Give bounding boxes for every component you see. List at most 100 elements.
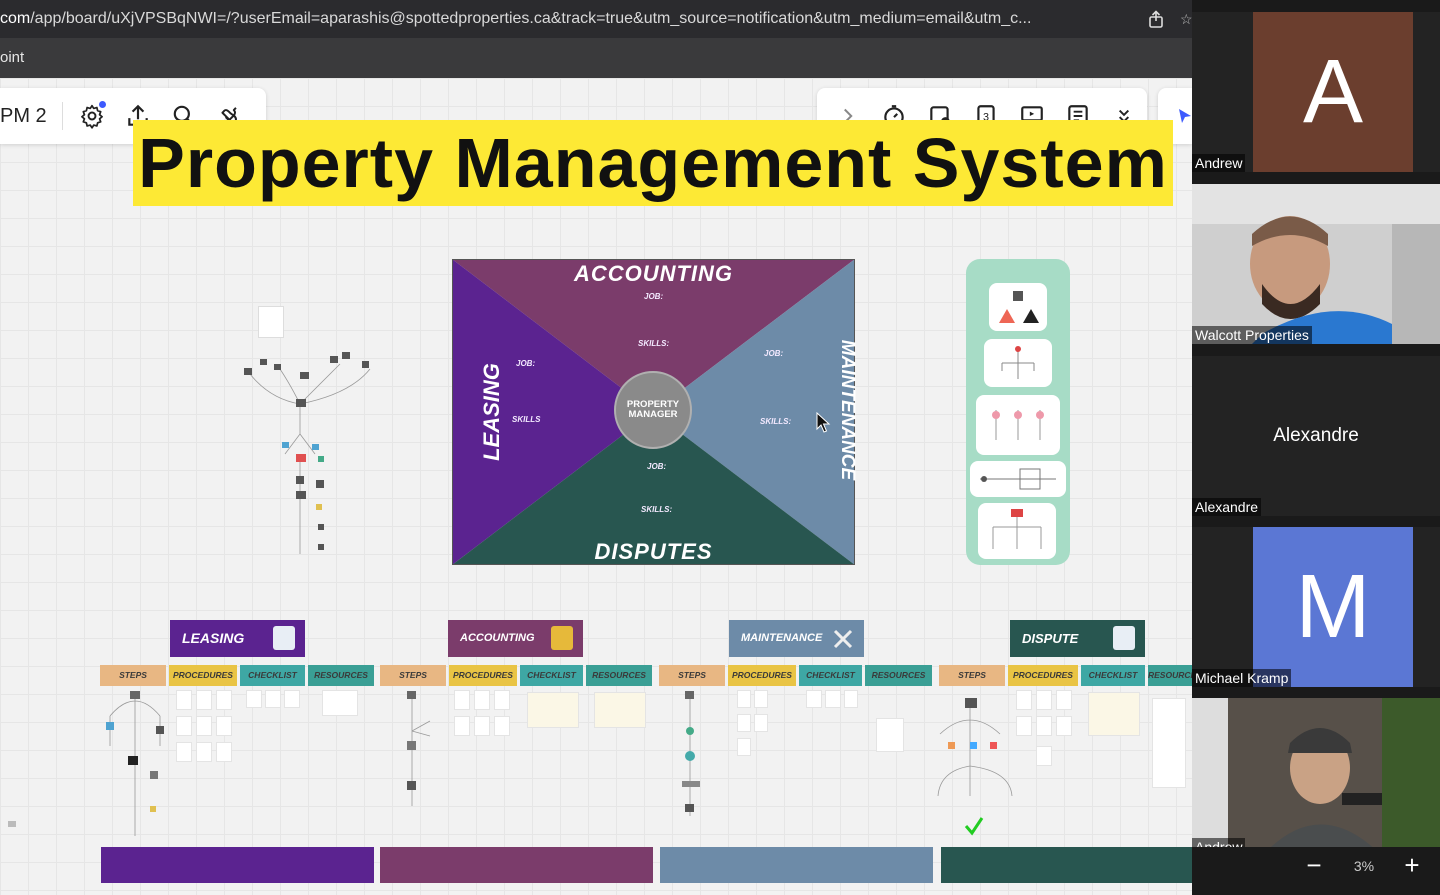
column-procedures[interactable]: Procedures — [728, 665, 796, 686]
doc-thumbnail[interactable] — [454, 690, 470, 710]
role-diagram[interactable]: Accounting Disputes Leasing Maintenance … — [452, 259, 858, 565]
doc-thumbnail[interactable] — [1036, 716, 1052, 736]
doc-thumbnail[interactable] — [216, 690, 232, 710]
accounting-band[interactable] — [380, 847, 653, 883]
board-title[interactable]: Property Management System — [133, 122, 1173, 204]
procedures-docs[interactable] — [176, 690, 232, 790]
resources-doc[interactable] — [1152, 698, 1186, 788]
reference-card[interactable] — [984, 339, 1052, 387]
doc-thumbnail[interactable] — [474, 716, 490, 736]
column-checklist[interactable]: Checklist — [1081, 665, 1145, 686]
reference-card[interactable] — [970, 461, 1066, 497]
checklist-note[interactable] — [1088, 692, 1140, 736]
column-steps[interactable]: Steps — [659, 665, 725, 686]
property-manager-node[interactable]: PROPERTY MANAGER — [614, 371, 692, 449]
maintenance-steps-tree[interactable] — [670, 686, 716, 821]
share-icon[interactable] — [1147, 10, 1165, 28]
reference-card[interactable] — [989, 283, 1047, 331]
zoom-out-button[interactable]: − — [1299, 851, 1329, 881]
url-text[interactable]: com/app/board/uXjVPSBqNWI=/?userEmail=ap… — [0, 0, 1132, 38]
doc-thumbnail[interactable] — [216, 742, 232, 762]
participant-tile[interactable]: A Andrew — [1192, 12, 1440, 172]
doc-thumbnail[interactable] — [754, 714, 768, 732]
doc-thumbnail[interactable] — [196, 742, 212, 762]
doc-thumbnail[interactable] — [265, 690, 281, 708]
board-name[interactable]: PM 2 — [0, 105, 60, 128]
column-procedures[interactable]: Procedures — [169, 665, 237, 686]
doc-thumbnail[interactable] — [494, 716, 510, 736]
column-resources[interactable]: Resources — [308, 665, 374, 686]
column-checklist[interactable]: Checklist — [799, 665, 862, 686]
resources-doc[interactable] — [876, 718, 904, 752]
doc-thumbnail[interactable] — [246, 690, 262, 708]
doc-thumbnail[interactable] — [1056, 690, 1072, 710]
participant-tile[interactable]: M Michael Kramp — [1192, 527, 1440, 687]
doc-thumbnail[interactable] — [176, 690, 192, 710]
checklist-docs[interactable] — [246, 690, 300, 714]
doc-thumbnail[interactable] — [474, 690, 490, 710]
doc-thumbnail[interactable] — [454, 716, 470, 736]
doc-thumbnail[interactable] — [737, 738, 751, 756]
maintenance-band[interactable] — [660, 847, 933, 883]
doc-thumbnail[interactable] — [216, 716, 232, 736]
column-checklist[interactable]: Checklist — [240, 665, 305, 686]
star-icon[interactable]: ☆ — [1180, 10, 1192, 28]
category-maintenance[interactable]: Maintenance — [729, 620, 864, 657]
settings-button[interactable] — [69, 93, 115, 139]
doc-thumbnail[interactable] — [284, 690, 300, 708]
doc-thumbnail[interactable] — [844, 690, 858, 708]
reference-card[interactable] — [978, 503, 1056, 559]
resources-note[interactable] — [594, 692, 646, 728]
doc-thumbnail[interactable] — [1016, 716, 1032, 736]
address-bar[interactable]: com/app/board/uXjVPSBqNWI=/?userEmail=ap… — [0, 0, 1192, 38]
column-steps[interactable]: Steps — [939, 665, 1005, 686]
participant-tile[interactable]: Alexandre Alexandre — [1192, 356, 1440, 516]
column-procedures[interactable]: Procedures — [1008, 665, 1078, 686]
category-leasing[interactable]: Leasing — [170, 620, 305, 657]
participant-tile[interactable]: Walcott Properties — [1192, 184, 1440, 344]
doc-thumbnail[interactable] — [176, 716, 192, 736]
doc-thumbnail[interactable] — [196, 690, 212, 710]
reference-panel[interactable] — [966, 259, 1070, 565]
mini-org-tree[interactable] — [230, 304, 380, 569]
dispute-band[interactable] — [941, 847, 1192, 883]
doc-thumbnail[interactable] — [1036, 690, 1052, 710]
category-accounting[interactable]: Accounting — [448, 620, 583, 657]
checklist-note[interactable] — [527, 692, 579, 728]
leasing-steps-tree[interactable] — [100, 686, 170, 841]
doc-thumbnail[interactable] — [494, 690, 510, 710]
doc-thumbnail[interactable] — [825, 690, 841, 708]
procedures-docs[interactable] — [1016, 690, 1074, 768]
doc-thumbnail[interactable] — [196, 716, 212, 736]
column-resources[interactable]: Resources — [865, 665, 932, 686]
column-procedures[interactable]: Procedures — [449, 665, 517, 686]
resources-doc[interactable] — [322, 690, 358, 716]
dispute-steps-tree[interactable] — [930, 686, 1022, 841]
reference-card[interactable] — [976, 395, 1060, 455]
doc-thumbnail[interactable] — [806, 690, 822, 708]
procedures-docs[interactable] — [454, 690, 510, 746]
doc-thumbnail[interactable] — [1016, 690, 1032, 710]
doc-thumbnail[interactable] — [1056, 716, 1072, 736]
accounting-steps-tree[interactable] — [390, 686, 440, 811]
column-checklist[interactable]: Checklist — [520, 665, 583, 686]
procedures-docs[interactable] — [737, 690, 785, 770]
participant-tile[interactable]: Andrew — [1192, 698, 1440, 856]
column-steps[interactable]: Steps — [380, 665, 446, 686]
checklist-docs[interactable] — [806, 690, 858, 712]
doc-thumbnail[interactable] — [1036, 746, 1052, 766]
zoom-level[interactable]: 3% — [1340, 847, 1388, 885]
doc-thumbnail[interactable] — [737, 714, 751, 732]
category-dispute[interactable]: Dispute — [1010, 620, 1145, 657]
column-resources[interactable]: Resources — [1148, 665, 1192, 686]
doc-thumbnail[interactable] — [176, 742, 192, 762]
doc-thumbnail[interactable] — [737, 690, 751, 708]
zoom-in-button[interactable]: + — [1397, 851, 1427, 881]
column-resources[interactable]: Resources — [586, 665, 652, 686]
leasing-band[interactable] — [101, 847, 374, 883]
bookmark-item[interactable]: oint — [0, 49, 24, 66]
column-steps[interactable]: Steps — [100, 665, 166, 686]
board-canvas[interactable]: PM 2 3 Property Management System ACCOUN… — [0, 78, 1192, 895]
tools-icon — [832, 626, 854, 650]
doc-thumbnail[interactable] — [754, 690, 768, 708]
